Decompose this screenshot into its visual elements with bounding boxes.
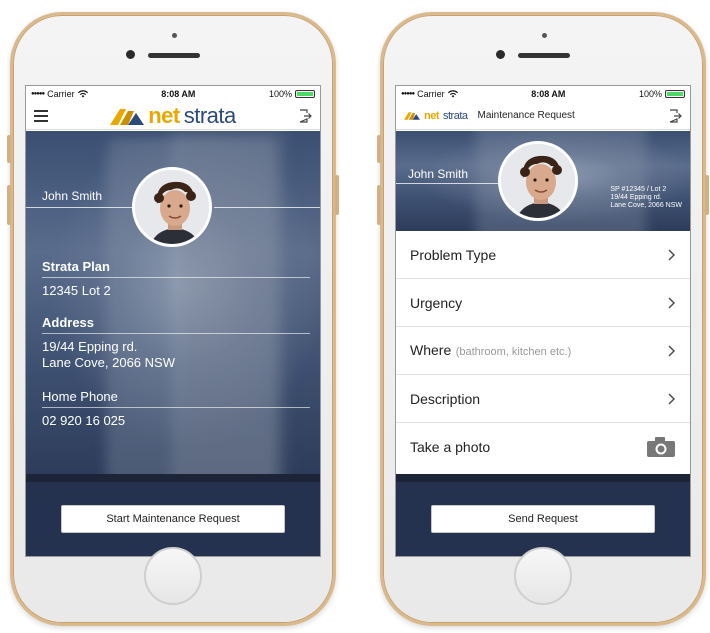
carrier-name: Carrier <box>47 89 75 99</box>
footer-band <box>396 474 690 482</box>
home-phone-value: 02 920 16 025 <box>42 413 126 428</box>
description-label: Description <box>410 390 481 407</box>
address-divider <box>42 333 310 334</box>
front-camera <box>496 50 505 59</box>
name-divider <box>396 183 498 184</box>
chevron-right-icon <box>668 297 675 308</box>
send-request-button[interactable]: Send Request <box>431 505 655 533</box>
logo-mark-icon <box>110 108 145 125</box>
logout-icon[interactable] <box>298 108 312 123</box>
start-maintenance-request-button[interactable]: Start Maintenance Request <box>61 505 285 533</box>
proximity-sensor <box>172 33 177 38</box>
earpiece-speaker <box>148 53 200 58</box>
app-header: net strata <box>26 102 320 130</box>
profile-hero: John Smith Strata Plan 12345 Lot 2 Addre… <box>26 131 320 476</box>
phone-profile: ●●●●● Carrier 8:08 AM 100% net strata Jo… <box>7 12 339 626</box>
netstrata-logo: net strata <box>404 110 468 122</box>
take-photo-row[interactable]: Take a photo <box>396 423 690 471</box>
where-hint: (bathroom, kitchen etc.) <box>455 345 572 358</box>
battery-fill <box>296 92 313 96</box>
mute-switch <box>7 135 11 163</box>
address-line-1: 19/44 Epping rd. <box>42 339 138 354</box>
front-camera <box>126 50 135 59</box>
strata-plan-field: Strata Plan 12345 Lot 2 <box>42 259 310 299</box>
urgency-label: Urgency <box>410 294 463 311</box>
address-label: Address <box>42 315 95 330</box>
logout-icon[interactable] <box>668 108 682 123</box>
home-phone-divider <box>42 407 310 408</box>
chevron-right-icon <box>668 393 675 404</box>
problem-type-row[interactable]: Problem Type <box>396 231 690 279</box>
logo-net-text: net <box>148 102 180 128</box>
home-button[interactable] <box>514 547 572 605</box>
status-bar: ●●●●● Carrier 8:08 AM 100% <box>396 86 690 102</box>
urgency-row[interactable]: Urgency <box>396 279 690 327</box>
battery-fill <box>666 92 683 96</box>
camera-icon[interactable] <box>646 436 676 458</box>
take-photo-label: Take a photo <box>410 439 491 455</box>
status-time: 8:08 AM <box>161 89 196 99</box>
address-line-2: Lane Cove, 2066 NSW <box>42 355 175 370</box>
footer-band <box>26 474 320 482</box>
strata-plan-summary: SP #12345 / Lot 2 19/44 Epping rd. Lane … <box>610 186 682 210</box>
name-divider-right <box>214 207 320 208</box>
where-label: Where <box>410 341 452 358</box>
carrier-name: Carrier <box>417 89 445 99</box>
home-phone-field: Home Phone 02 920 16 025 <box>42 389 310 429</box>
chevron-right-icon <box>668 249 675 260</box>
battery-icon <box>664 90 685 98</box>
menu-icon[interactable] <box>34 109 48 122</box>
home-button[interactable] <box>144 547 202 605</box>
wifi-icon <box>77 90 88 98</box>
status-bar: ●●●●● Carrier 8:08 AM 100% <box>26 86 320 102</box>
request-hero: John Smith SP #12345 / Lot 2 19/44 Eppin… <box>396 131 690 231</box>
battery-percent: 100% <box>268 89 292 99</box>
name-divider <box>26 207 146 208</box>
user-name: John Smith <box>408 167 469 181</box>
chevron-right-icon <box>668 345 675 356</box>
screen-title: Maintenance Request <box>477 110 575 121</box>
proximity-sensor <box>542 33 547 38</box>
user-name: John Smith <box>42 189 103 203</box>
strata-plan-value: 12345 Lot 2 <box>42 283 111 298</box>
logo-mark-icon <box>404 112 420 120</box>
where-row[interactable]: Where (bathroom, kitchen etc.) <box>396 327 690 375</box>
signal-strength: ●●●●● <box>401 91 415 97</box>
volume-up-button <box>7 185 11 225</box>
problem-type-label: Problem Type <box>410 246 497 263</box>
volume-up-button <box>377 185 381 225</box>
address-field: Address 19/44 Epping rd. Lane Cove, 2066… <box>42 315 310 371</box>
app-header: net strata Maintenance Request <box>396 102 690 130</box>
profile-screen: ●●●●● Carrier 8:08 AM 100% net strata Jo… <box>25 85 321 557</box>
request-form-list: Problem Type Urgency Where (bathroom, ki… <box>396 231 690 471</box>
phone-request: ●●●●● Carrier 8:08 AM 100% net strata Ma… <box>377 12 709 626</box>
battery-icon <box>294 90 315 98</box>
profile-footer: Start Maintenance Request <box>26 474 320 556</box>
request-footer: Send Request <box>396 474 690 556</box>
logo-strata-text: strata <box>183 102 237 128</box>
wifi-icon <box>447 90 458 98</box>
avatar <box>132 167 212 247</box>
netstrata-logo: net strata <box>110 103 236 129</box>
avatar <box>498 141 578 221</box>
signal-strength: ●●●●● <box>31 91 45 97</box>
status-time: 8:08 AM <box>531 89 566 99</box>
home-phone-label: Home Phone <box>42 389 118 404</box>
sp-number: SP #12345 / Lot 2 <box>610 186 667 193</box>
logo-strata-text: strata <box>443 109 468 122</box>
battery-percent: 100% <box>638 89 662 99</box>
power-button <box>335 175 339 215</box>
description-row[interactable]: Description <box>396 375 690 423</box>
sp-address-line-1: 19/44 Epping rd. <box>610 194 662 201</box>
sp-address-line-2: Lane Cove, 2066 NSW <box>610 202 682 209</box>
earpiece-speaker <box>518 53 570 58</box>
request-screen: ●●●●● Carrier 8:08 AM 100% net strata Ma… <box>395 85 691 557</box>
power-button <box>705 175 709 215</box>
strata-plan-label: Strata Plan <box>42 259 110 274</box>
mute-switch <box>377 135 381 163</box>
strata-plan-divider <box>42 277 310 278</box>
logo-net-text: net <box>424 109 440 122</box>
